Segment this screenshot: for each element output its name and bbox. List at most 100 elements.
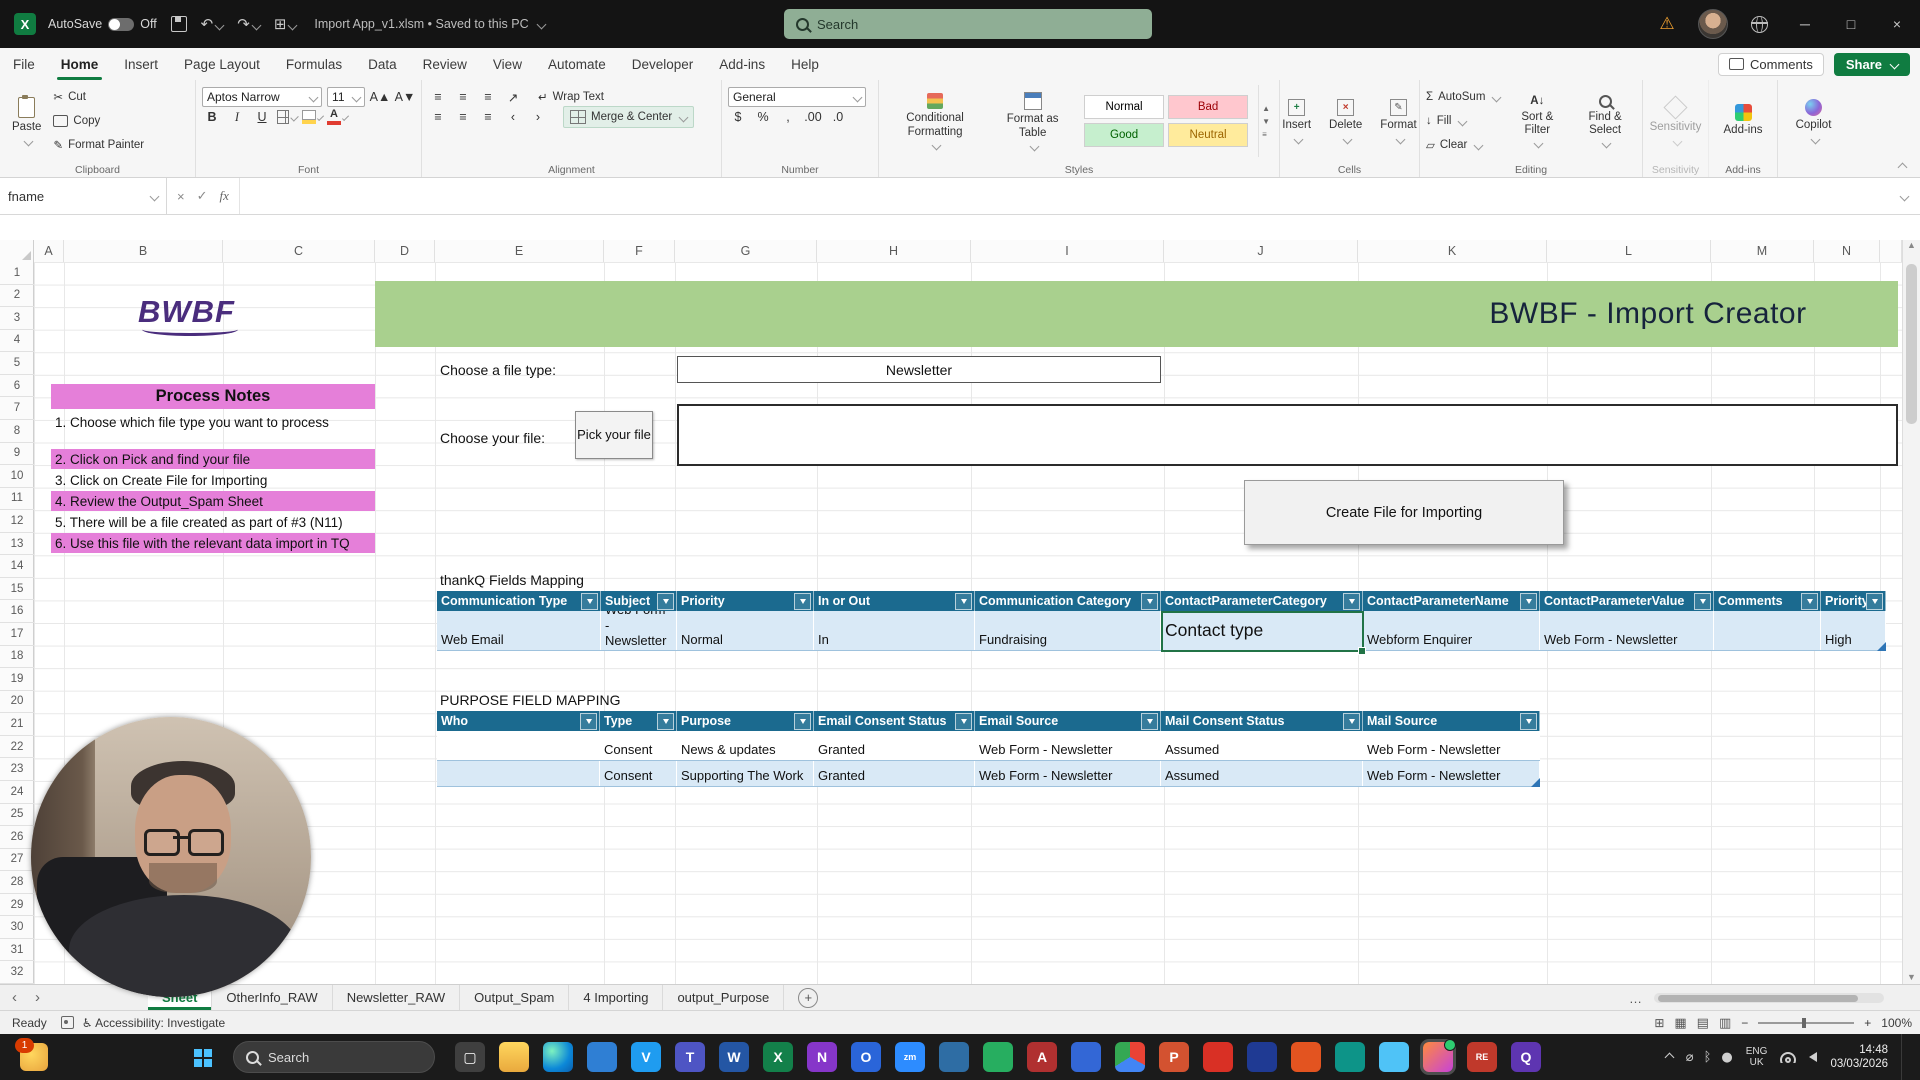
decrease-indent-button[interactable]: ‹ xyxy=(503,107,523,127)
scroll-down-icon[interactable]: ▼ xyxy=(1903,972,1920,982)
percent-style-button[interactable]: % xyxy=(753,107,773,127)
start-button[interactable] xyxy=(188,1043,216,1071)
ribbon-tab-insert[interactable]: Insert xyxy=(111,48,171,80)
row-header-7[interactable]: 7 xyxy=(0,397,34,420)
navy-app-icon[interactable] xyxy=(1247,1042,1277,1072)
increase-indent-button[interactable]: › xyxy=(528,107,548,127)
ribbon-tab-view[interactable]: View xyxy=(480,48,535,80)
table2-resize-handle[interactable] xyxy=(1531,778,1540,787)
ribbon-tab-add-ins[interactable]: Add-ins xyxy=(706,48,778,80)
row-header-24[interactable]: 24 xyxy=(0,781,34,804)
row-header-31[interactable]: 31 xyxy=(0,939,34,962)
vertical-scrollbar[interactable]: ▲ ▼ xyxy=(1902,240,1920,984)
ribbon-tab-developer[interactable]: Developer xyxy=(619,48,707,80)
excel-taskbar-icon[interactable]: X xyxy=(763,1042,793,1072)
increase-decimal-button[interactable]: .00 xyxy=(803,107,823,127)
filter-button[interactable] xyxy=(794,593,811,610)
filter-button[interactable] xyxy=(581,593,598,610)
show-desktop-button[interactable] xyxy=(1901,1034,1906,1080)
wifi-icon[interactable] xyxy=(1780,1052,1796,1063)
sensitivity-button[interactable]: Sensitivity xyxy=(1644,85,1708,157)
ribbon-tab-automate[interactable]: Automate xyxy=(535,48,619,80)
ribbon-tab-review[interactable]: Review xyxy=(410,48,480,80)
file-path-box[interactable] xyxy=(677,404,1898,466)
row-header-20[interactable]: 20 xyxy=(0,691,34,714)
column-header-partial[interactable] xyxy=(1880,240,1902,262)
row-header-25[interactable]: 25 xyxy=(0,804,34,827)
row-header-13[interactable]: 13 xyxy=(0,533,34,556)
bold-button[interactable]: B xyxy=(202,107,222,127)
orientation-button[interactable]: ↗ xyxy=(503,87,523,107)
accounting-format-button[interactable]: $ xyxy=(728,107,748,127)
column-header-h[interactable]: H xyxy=(817,240,971,262)
gallery-more-button[interactable]: ≡ xyxy=(1262,130,1270,139)
autosave-switch-icon[interactable] xyxy=(108,18,134,31)
redo-button[interactable]: ↷ xyxy=(237,15,260,33)
column-header-k[interactable]: K xyxy=(1358,240,1547,262)
column-header-g[interactable]: G xyxy=(675,240,817,262)
onenote-icon[interactable]: N xyxy=(807,1042,837,1072)
teal-app-icon[interactable] xyxy=(1335,1042,1365,1072)
row-header-11[interactable]: 11 xyxy=(0,488,34,511)
tray-icon-2[interactable]: ᛒ xyxy=(1704,1050,1712,1065)
row-header-26[interactable]: 26 xyxy=(0,826,34,849)
column-header-e[interactable]: E xyxy=(435,240,604,262)
copilot-button[interactable]: Copilot xyxy=(1790,85,1838,157)
language-indicator[interactable]: ENGUK xyxy=(1746,1046,1768,1069)
row-header-9[interactable]: 9 xyxy=(0,443,34,466)
row-header-18[interactable]: 18 xyxy=(0,646,34,669)
adobe-app-icon[interactable] xyxy=(1203,1042,1233,1072)
edge-browser-icon[interactable] xyxy=(543,1042,573,1072)
row-header-12[interactable]: 12 xyxy=(0,510,34,533)
sort-filter-button[interactable]: A↓Sort & Filter xyxy=(1506,85,1568,157)
cell-style-bad[interactable]: Bad xyxy=(1168,95,1248,119)
powerpoint-icon[interactable]: P xyxy=(1159,1042,1189,1072)
column-header-f[interactable]: F xyxy=(604,240,675,262)
sheet-tab-output-purpose[interactable]: output_Purpose xyxy=(663,985,784,1010)
column-header-j[interactable]: J xyxy=(1164,240,1358,262)
filter-button[interactable] xyxy=(1343,593,1360,610)
widgets-icon[interactable]: 1 xyxy=(20,1043,48,1071)
blue-app-icon[interactable] xyxy=(1071,1042,1101,1072)
column-header-c[interactable]: C xyxy=(223,240,375,262)
font-color-button[interactable]: A xyxy=(327,107,347,127)
outlook-icon[interactable]: O xyxy=(851,1042,881,1072)
table-resize-handle[interactable] xyxy=(1877,642,1886,651)
italic-button[interactable]: I xyxy=(227,107,247,127)
zoom-out-button[interactable]: − xyxy=(1741,1016,1748,1030)
minimize-button[interactable]: ─ xyxy=(1782,0,1828,48)
format-cells-button[interactable]: ✎Format xyxy=(1374,85,1422,157)
row-header-28[interactable]: 28 xyxy=(0,871,34,894)
filter-button[interactable] xyxy=(1343,713,1360,730)
filter-button[interactable] xyxy=(1866,593,1883,610)
re-app-icon[interactable]: RE xyxy=(1467,1042,1497,1072)
column-header-d[interactable]: D xyxy=(375,240,435,262)
cancel-entry-button[interactable]: × xyxy=(177,189,185,204)
pick-file-button[interactable]: Pick your file xyxy=(575,411,653,459)
cut-button[interactable]: ✂Cut xyxy=(53,87,144,107)
file-explorer-icon[interactable] xyxy=(499,1042,529,1072)
volume-icon[interactable] xyxy=(1809,1052,1817,1062)
ribbon-tab-data[interactable]: Data xyxy=(355,48,410,80)
clear-button[interactable]: ▱Clear xyxy=(1426,135,1500,155)
row-header-27[interactable]: 27 xyxy=(0,849,34,872)
autosave-toggle[interactable]: AutoSave Off xyxy=(48,17,157,31)
filter-button[interactable] xyxy=(1694,593,1711,610)
select-all-button[interactable] xyxy=(0,240,34,262)
cell-style-neutral[interactable]: Neutral xyxy=(1168,123,1248,147)
row-header-32[interactable]: 32 xyxy=(0,961,34,984)
align-top-button[interactable]: ≡ xyxy=(428,87,448,107)
delete-cells-button[interactable]: ×Delete xyxy=(1323,85,1368,157)
align-bottom-button[interactable]: ≡ xyxy=(478,87,498,107)
filter-button[interactable] xyxy=(1520,713,1537,730)
sheet-tab-options[interactable]: … xyxy=(1629,985,1642,1011)
expand-formula-bar-button[interactable] xyxy=(1886,178,1920,214)
filter-button[interactable] xyxy=(1801,593,1818,610)
zoom-slider[interactable] xyxy=(1758,1022,1854,1024)
name-box[interactable]: fname xyxy=(0,178,167,214)
comments-button[interactable]: Comments xyxy=(1718,53,1824,76)
row-header-1[interactable]: 1 xyxy=(0,262,34,285)
conditional-formatting-button[interactable]: Conditional Formatting xyxy=(885,85,985,157)
addins-button[interactable]: Add-ins xyxy=(1718,85,1769,157)
borders-button[interactable] xyxy=(277,107,297,127)
